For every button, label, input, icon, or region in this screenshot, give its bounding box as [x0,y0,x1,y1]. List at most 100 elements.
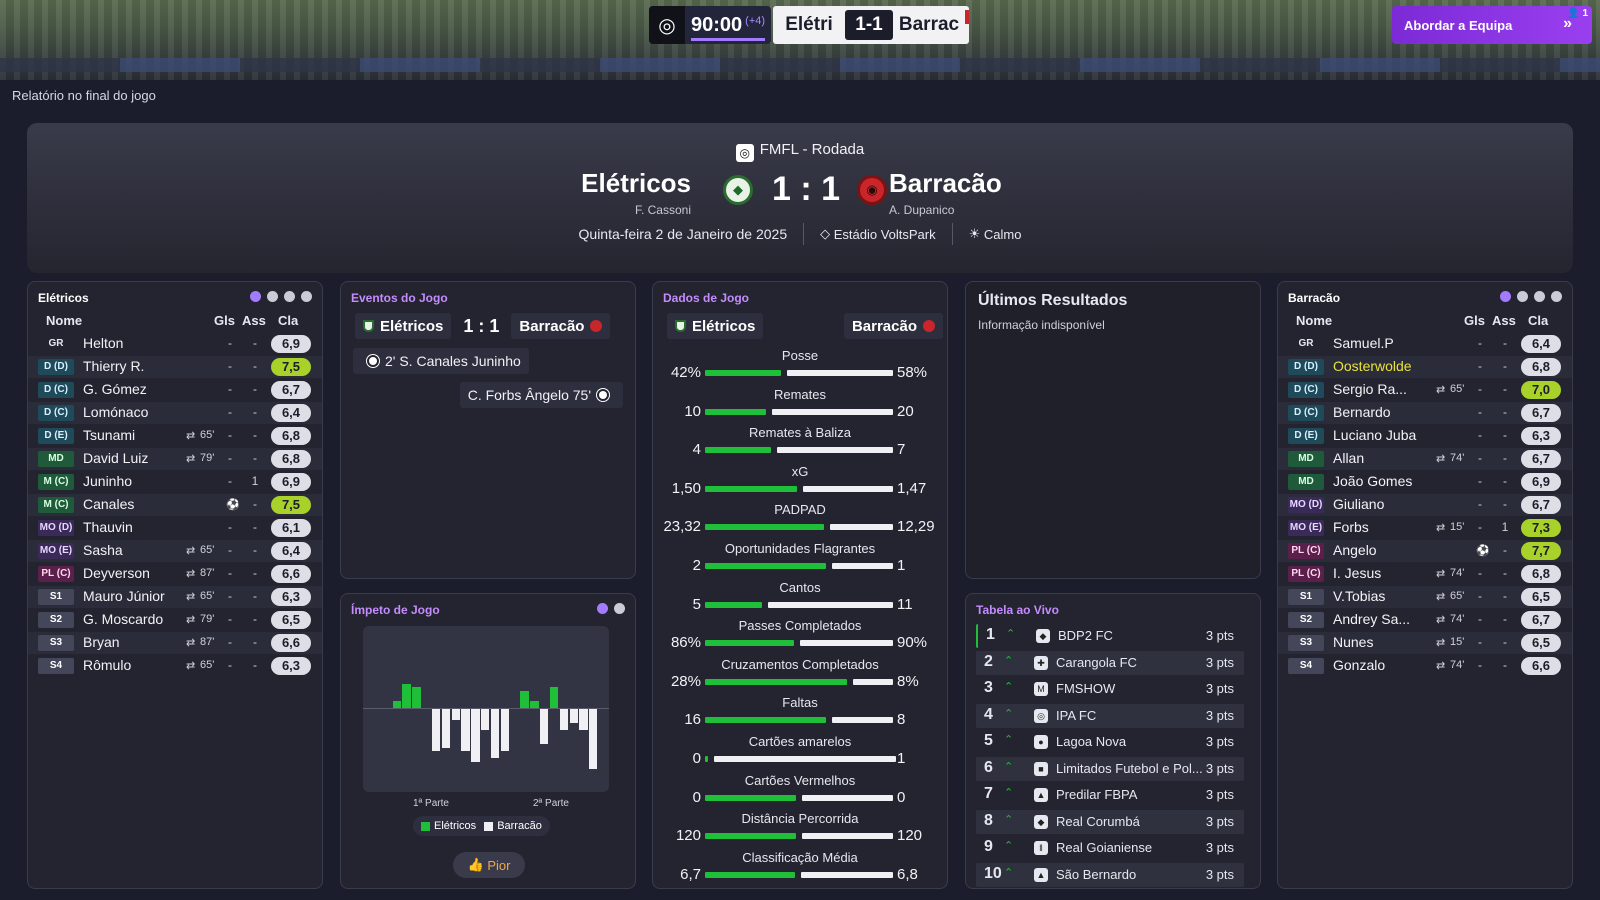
player-row[interactable]: S4 Gonzalo ⇄ 74' - -6,6 [1278,655,1572,677]
events-away-chip[interactable]: Barracão [511,313,611,339]
player-row[interactable]: M (C) Juninho - 1 6,9 [28,471,322,493]
player-name[interactable]: I. Jesus [1333,565,1381,581]
col-rating[interactable]: Cla [278,313,298,328]
table-row[interactable]: 2 ⌃ ✚ Carangola FC 3 pts [976,650,1244,675]
player-row[interactable]: M (C) Canales ⚽ - -7,5 [28,494,322,516]
player-name[interactable]: Luciano Juba [1333,427,1416,443]
player-name[interactable]: Rômulo [83,657,131,673]
player-name[interactable]: Tsunami [83,427,135,443]
player-row[interactable]: S2 Andrey Sa... ⇄ 74' - -6,7 [1278,609,1572,631]
table-row[interactable]: 3 ⌃ M FMSHOW 3 pts [976,677,1244,701]
pager-dot[interactable] [597,603,608,614]
player-row[interactable]: PL (C) I. Jesus ⇄ 74' - -6,8 [1278,563,1572,585]
player-row[interactable]: S1 Mauro Júnior ⇄ 65' - -6,3 [28,586,322,608]
panel-pager[interactable] [250,291,312,302]
player-name[interactable]: Andrey Sa... [1333,611,1410,627]
player-name[interactable]: Deyverson [83,565,150,581]
pager-dot[interactable] [301,291,312,302]
player-row[interactable]: GR Helton - -6,9 [28,333,322,355]
player-row[interactable]: S4 Rômulo ⇄ 65' - -6,3 [28,655,322,677]
table-row[interactable]: 9 ⌃ ‖ Real Goianiense 3 pts [976,836,1244,860]
player-name[interactable]: Thierry R. [83,358,144,374]
player-row[interactable]: S1 V.Tobias ⇄ 65' - -6,5 [1278,586,1572,608]
table-row[interactable]: 8 ⌃ ◆ Real Corumbá 3 pts [976,809,1244,834]
player-row[interactable]: MO (E) Forbs ⇄ 15' - 1 7,3 [1278,517,1572,539]
player-name[interactable]: G. Gómez [83,381,147,397]
player-row[interactable]: D (C) Bernardo - -6,7 [1278,402,1572,424]
col-assists[interactable]: Ass [1492,313,1516,328]
panel-pager[interactable] [597,603,625,614]
col-goals[interactable]: Gls [1464,313,1485,328]
player-name[interactable]: Helton [83,335,123,351]
player-row[interactable]: MD David Luiz ⇄ 79' - -6,8 [28,448,322,470]
player-row[interactable]: S2 G. Moscardo ⇄ 79' - -6,5 [28,609,322,631]
player-row[interactable]: D (C) Sergio Ra... ⇄ 65' - -7,0 [1278,379,1572,401]
events-home-chip[interactable]: Elétricos [355,313,452,339]
pager-dot[interactable] [1500,291,1511,302]
player-name[interactable]: Giuliano [1333,496,1384,512]
club-name[interactable]: Real Corumbá [1056,814,1140,829]
club-name[interactable]: Real Goianiense [1056,840,1152,855]
player-row[interactable]: GR Samuel.P - -6,4 [1278,333,1572,355]
club-name[interactable]: Limitados Futebol e Pol... [1056,761,1203,776]
worst-moments-button[interactable]: 👍 Pior [453,852,525,878]
pager-dot[interactable] [614,603,625,614]
table-row[interactable]: 5 ⌃ ● Lagoa Nova 3 pts [976,730,1244,754]
table-row[interactable]: 10 ⌃ ▲ São Bernardo 3 pts [976,862,1244,887]
pager-dot[interactable] [1534,291,1545,302]
col-assists[interactable]: Ass [242,313,266,328]
pager-dot[interactable] [267,291,278,302]
club-name[interactable]: FMSHOW [1056,681,1115,696]
player-row[interactable]: MO (E) Sasha ⇄ 65' - -6,4 [28,540,322,562]
panel-pager[interactable] [1500,291,1562,302]
player-row[interactable]: D (C) G. Gómez - -6,7 [28,379,322,401]
event-goal-away[interactable]: C. Forbs Ângelo 75' [459,382,623,408]
player-name[interactable]: Canales [83,496,134,512]
pager-dot[interactable] [284,291,295,302]
player-name[interactable]: Gonzalo [1333,657,1385,673]
table-row[interactable]: 7 ⌃ ▲ Predilar FBPA 3 pts [976,783,1244,807]
player-row[interactable]: D (D) Thierry R. - -7,5 [28,356,322,378]
col-name[interactable]: Nome [46,313,82,328]
player-name[interactable]: Nunes [1333,634,1373,650]
player-row[interactable]: S3 Nunes ⇄ 15' - -6,5 [1278,632,1572,654]
club-name[interactable]: IPA FC [1056,708,1096,723]
club-name[interactable]: Carangola FC [1056,655,1137,670]
club-name[interactable]: Predilar FBPA [1056,787,1137,802]
player-name[interactable]: Bernardo [1333,404,1391,420]
home-team-name[interactable]: Elétricos [581,168,691,199]
player-row[interactable]: MO (D) Giuliano - -6,7 [1278,494,1572,516]
player-name[interactable]: Allan [1333,450,1364,466]
player-row[interactable]: MO (D) Thauvin - -6,1 [28,517,322,539]
stadium-name[interactable]: Estádio VoltsPark [834,227,936,242]
player-row[interactable]: D (E) Luciano Juba - -6,3 [1278,425,1572,447]
pager-dot[interactable] [250,291,261,302]
scoreboard[interactable]: Elétri 1-1 Barrac [773,6,969,44]
col-name[interactable]: Nome [1296,313,1332,328]
club-name[interactable]: Lagoa Nova [1056,734,1126,749]
pager-dot[interactable] [1517,291,1528,302]
player-row[interactable]: S3 Bryan ⇄ 87' - -6,6 [28,632,322,654]
player-name[interactable]: Bryan [83,634,120,650]
player-name[interactable]: Angelo [1333,542,1377,558]
player-name[interactable]: Lomónaco [83,404,148,420]
table-row[interactable]: 1 ⌃ ◆ BDP2 FC 3 pts [976,624,1244,648]
table-row[interactable]: 4 ⌃ ◎ IPA FC 3 pts [976,703,1244,728]
player-name[interactable]: Juninho [83,473,132,489]
table-row[interactable]: 6 ⌃ ■ Limitados Futebol e Pol... 3 pts [976,756,1244,781]
col-goals[interactable]: Gls [214,313,235,328]
player-name[interactable]: Sergio Ra... [1333,381,1407,397]
event-goal-home[interactable]: 2' S. Canales Juninho [353,348,529,374]
pager-dot[interactable] [1551,291,1562,302]
player-name[interactable]: Thauvin [83,519,133,535]
col-rating[interactable]: Cla [1528,313,1548,328]
away-team-name[interactable]: Barracão [889,168,1002,199]
player-name[interactable]: G. Moscardo [83,611,163,627]
club-name[interactable]: São Bernardo [1056,867,1136,882]
away-manager[interactable]: A. Dupanico [889,203,954,217]
player-row[interactable]: PL (C) Angelo ⚽ - -7,7 [1278,540,1572,562]
player-name[interactable]: Forbs [1333,519,1369,535]
player-row[interactable]: D (D) Oosterwolde - -6,8 [1278,356,1572,378]
player-name[interactable]: Oosterwolde [1333,358,1412,374]
player-name[interactable]: V.Tobias [1333,588,1385,604]
